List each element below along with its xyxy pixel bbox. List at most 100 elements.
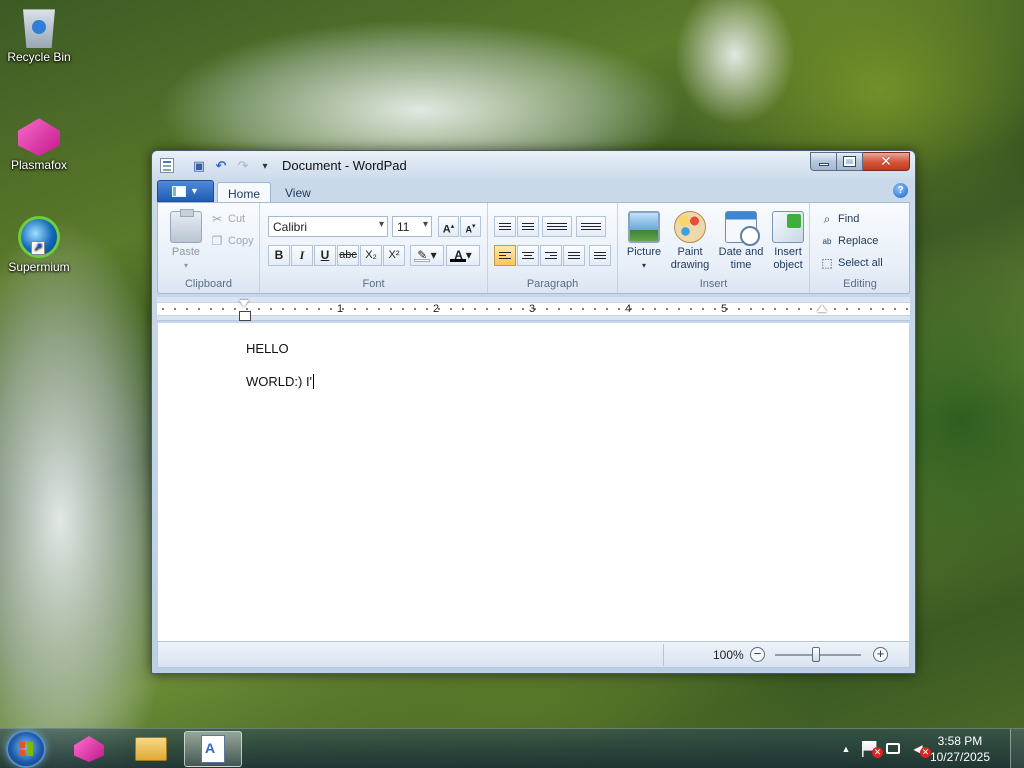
replace-icon: ab bbox=[822, 236, 832, 246]
tab-view[interactable]: View bbox=[275, 182, 321, 203]
start-button[interactable] bbox=[6, 730, 46, 768]
taskbar-wordpad[interactable] bbox=[184, 731, 242, 767]
paragraph-settings-button[interactable] bbox=[589, 245, 611, 266]
ruler-number: 2 bbox=[432, 303, 440, 315]
bullets-button[interactable] bbox=[542, 216, 572, 237]
paint-drawing-button[interactable]: Paint drawing bbox=[668, 211, 712, 272]
supermium-desktop-icon[interactable]: ↗ Supermium bbox=[1, 216, 77, 274]
align-center-button[interactable] bbox=[517, 245, 539, 266]
line-spacing-button[interactable] bbox=[576, 216, 606, 237]
insert-picture-button[interactable]: Picture ▾ bbox=[622, 211, 666, 272]
date-time-button[interactable]: Date and time bbox=[716, 211, 766, 272]
close-button[interactable]: ✕ bbox=[863, 152, 910, 171]
chevron-down-icon: ▾ bbox=[183, 261, 188, 270]
list-icon bbox=[547, 229, 567, 230]
find-button[interactable]: ⌕ Find bbox=[820, 212, 860, 226]
left-indent-marker[interactable] bbox=[239, 300, 251, 321]
application-menu-button[interactable]: ▼ bbox=[157, 180, 214, 202]
chevron-down-icon: ▼ bbox=[190, 186, 199, 196]
paragraph-icon bbox=[594, 255, 606, 256]
redo-icon[interactable]: ↷ bbox=[234, 157, 252, 175]
bold-button[interactable]: B bbox=[268, 245, 290, 266]
maximize-button[interactable] bbox=[837, 152, 863, 171]
align-left-icon bbox=[499, 255, 507, 256]
title-bar[interactable]: ▣ ↶ ↷ ▾ Document - WordPad ✕ bbox=[152, 151, 915, 179]
save-icon[interactable]: ▣ bbox=[190, 157, 208, 175]
recycle-bin-desktop-icon[interactable]: Recycle Bin bbox=[1, 6, 77, 64]
plasmafox-desktop-icon[interactable]: Plasmafox bbox=[1, 114, 77, 172]
shrink-font-button[interactable]: A▾ bbox=[460, 216, 481, 237]
document-editor[interactable]: HELLO WORLD:) I' bbox=[157, 323, 910, 642]
highlight-swatch bbox=[414, 259, 430, 262]
font-family-select[interactable]: Calibri bbox=[268, 216, 388, 237]
document-line: WORLD:) I' bbox=[246, 374, 313, 389]
cut-button[interactable]: ✂ Cut bbox=[210, 212, 245, 226]
taskbar-plasmafox[interactable] bbox=[60, 731, 118, 767]
wordpad-app-icon[interactable] bbox=[160, 158, 174, 173]
editing-group: ⌕ Find ab Replace ⬚ Select all Editing bbox=[810, 203, 910, 293]
font-size-select[interactable]: 11 bbox=[392, 216, 432, 237]
cut-label: Cut bbox=[228, 213, 246, 225]
copy-label: Copy bbox=[228, 235, 254, 247]
select-all-button[interactable]: ⬚ Select all bbox=[820, 256, 882, 270]
decrease-indent-icon bbox=[499, 229, 511, 230]
insert-object-label: Insert object bbox=[773, 246, 803, 271]
align-right-icon bbox=[545, 252, 557, 253]
justify-icon bbox=[568, 258, 580, 259]
ruler[interactable]: 1 2 3 4 5 bbox=[157, 297, 910, 321]
replace-button[interactable]: ab Replace bbox=[820, 234, 879, 248]
list-icon bbox=[547, 223, 567, 224]
strikethrough-button[interactable]: abc bbox=[337, 245, 359, 266]
line-spacing-icon bbox=[581, 223, 601, 224]
ruler-number: 5 bbox=[720, 303, 728, 315]
zoom-in-button[interactable]: + bbox=[873, 647, 888, 662]
right-indent-marker[interactable] bbox=[817, 305, 827, 312]
system-tray: ▲ ✕ ◀ ✕ 3:58 PM 10/27/2025 bbox=[834, 729, 1024, 768]
grow-font-button[interactable]: A▴ bbox=[438, 216, 459, 237]
find-label: Find bbox=[838, 213, 860, 225]
document-icon bbox=[172, 185, 187, 197]
network-icon[interactable] bbox=[886, 743, 900, 754]
italic-button[interactable]: I bbox=[291, 245, 313, 266]
minimize-button[interactable] bbox=[810, 152, 837, 171]
wordpad-window: ▣ ↶ ↷ ▾ Document - WordPad ✕ ▼ Home View… bbox=[151, 150, 916, 674]
customize-qat-icon[interactable]: ▾ bbox=[256, 157, 274, 175]
subscript-button[interactable]: X₂ bbox=[360, 245, 382, 266]
align-center-icon bbox=[524, 255, 532, 256]
maximize-icon bbox=[843, 156, 856, 167]
ruler-number: 1 bbox=[336, 303, 344, 315]
scissors-icon: ✂ bbox=[211, 212, 223, 226]
undo-icon[interactable]: ↶ bbox=[212, 157, 230, 175]
align-left-button[interactable] bbox=[494, 245, 516, 266]
zoom-slider-thumb[interactable] bbox=[812, 647, 820, 662]
zoom-out-button[interactable]: − bbox=[750, 647, 765, 662]
replace-label: Replace bbox=[838, 235, 879, 247]
increase-indent-icon bbox=[522, 229, 534, 230]
minimize-icon bbox=[818, 163, 829, 166]
increase-indent-button[interactable] bbox=[517, 216, 539, 237]
justify-button[interactable] bbox=[563, 245, 585, 266]
show-desktop-button[interactable] bbox=[1010, 729, 1024, 768]
align-right-button[interactable] bbox=[540, 245, 562, 266]
ribbon-tab-strip: ▼ Home View ? bbox=[157, 180, 910, 203]
clock[interactable]: 3:58 PM 10/27/2025 bbox=[930, 733, 990, 765]
highlight-color-button[interactable]: ✎ ▾ bbox=[410, 245, 444, 266]
font-group-label: Font bbox=[362, 278, 385, 290]
tab-home[interactable]: Home bbox=[217, 182, 272, 203]
taskbar-file-explorer[interactable] bbox=[122, 731, 180, 767]
clock-time: 3:58 PM bbox=[937, 734, 983, 748]
underline-button[interactable]: U bbox=[314, 245, 336, 266]
superscript-button[interactable]: X² bbox=[383, 245, 405, 266]
insert-object-button[interactable]: Insert object bbox=[766, 211, 810, 272]
ribbon: Paste ▾ ✂ Cut ❐ Copy Clipboard Calibri 1… bbox=[157, 202, 910, 294]
picture-label: Picture bbox=[626, 246, 662, 258]
copy-button[interactable]: ❐ Copy bbox=[210, 234, 254, 248]
font-color-button[interactable]: A ▾ bbox=[446, 245, 480, 266]
increase-indent-icon bbox=[522, 223, 534, 224]
show-hidden-icons-icon[interactable]: ▲ bbox=[838, 741, 854, 757]
decrease-indent-button[interactable] bbox=[494, 216, 516, 237]
help-icon[interactable]: ? bbox=[893, 183, 908, 198]
paste-button[interactable]: Paste ▾ bbox=[164, 209, 208, 272]
align-center-icon bbox=[522, 252, 534, 253]
plasmafox-label: Plasmafox bbox=[10, 158, 68, 172]
